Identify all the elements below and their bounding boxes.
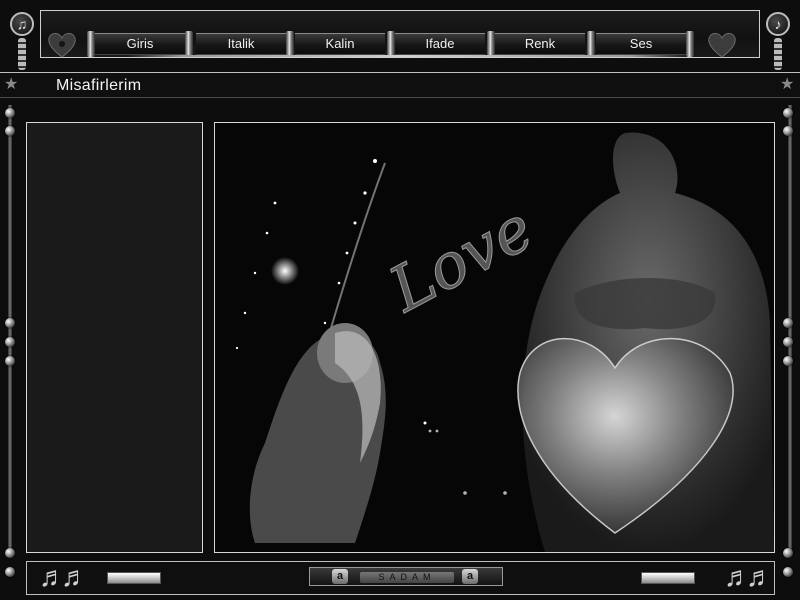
volume-slider-left[interactable] xyxy=(107,572,161,584)
toolbar-separator xyxy=(185,31,193,57)
toolbar-separator xyxy=(487,31,495,57)
rivet-right-6 xyxy=(783,548,793,558)
rivet-right-3 xyxy=(783,318,793,328)
chain-left-icon xyxy=(18,38,26,70)
rivet-right-7 xyxy=(783,567,793,577)
title-bar: ★ Misafirlerim ★ xyxy=(0,72,800,98)
music-notes-icon: ♬♬ xyxy=(39,561,89,592)
rivet-right-5 xyxy=(783,356,793,366)
rivet-left-3 xyxy=(5,318,15,328)
toolbar-button-ifade[interactable]: Ifade xyxy=(395,33,485,55)
rivet-left-7 xyxy=(5,567,15,577)
brand-badge-right: a xyxy=(462,569,478,584)
music-notes-icon: ♬♬ xyxy=(724,561,774,592)
toolbar-separator xyxy=(387,31,395,57)
brand-badge-left: a xyxy=(332,569,348,584)
rivet-left-6 xyxy=(5,548,15,558)
toolbar-separator xyxy=(686,31,694,57)
main-image: Love xyxy=(214,122,775,553)
guest-list-panel[interactable] xyxy=(26,122,203,553)
chain-right-icon xyxy=(774,38,782,70)
toolbar-separator xyxy=(587,31,595,57)
toolbar-button-renk[interactable]: Renk xyxy=(495,33,585,55)
music-note-icon[interactable]: ♪ xyxy=(766,12,790,36)
heart-icon xyxy=(708,33,736,58)
right-frame-rail xyxy=(788,105,792,555)
page-title: Misafirlerim xyxy=(56,77,142,94)
star-icon: ★ xyxy=(780,76,795,93)
brand-plate: a SADAM a xyxy=(309,567,503,586)
rivet-right-2 xyxy=(783,126,793,136)
star-icon: ★ xyxy=(4,76,19,93)
rivet-left-5 xyxy=(5,356,15,366)
rivet-left-4 xyxy=(5,337,15,347)
volume-slider-right[interactable] xyxy=(641,572,695,584)
rivet-right-4 xyxy=(783,337,793,347)
toolbar: Giris Italik Kalin Ifade Renk Ses xyxy=(40,10,760,58)
heart-icon xyxy=(48,33,76,58)
bottom-bar: ♬♬ a SADAM a ♬♬ xyxy=(26,561,775,595)
toolbar-separator xyxy=(87,31,95,57)
toolbar-button-giris[interactable]: Giris xyxy=(95,33,185,55)
toolbar-rail xyxy=(127,55,687,57)
brand-text: SADAM xyxy=(360,572,454,583)
toolbar-separator xyxy=(286,31,294,57)
toolbar-button-italik[interactable]: Italik xyxy=(196,33,286,55)
sound-icon[interactable]: ♫ xyxy=(10,12,34,36)
toolbar-button-kalin[interactable]: Kalin xyxy=(295,33,385,55)
toolbar-button-ses[interactable]: Ses xyxy=(596,33,686,55)
rivet-right-1 xyxy=(783,108,793,118)
rivet-left-1 xyxy=(5,108,15,118)
left-frame-rail xyxy=(8,105,12,555)
rivet-left-2 xyxy=(5,126,15,136)
